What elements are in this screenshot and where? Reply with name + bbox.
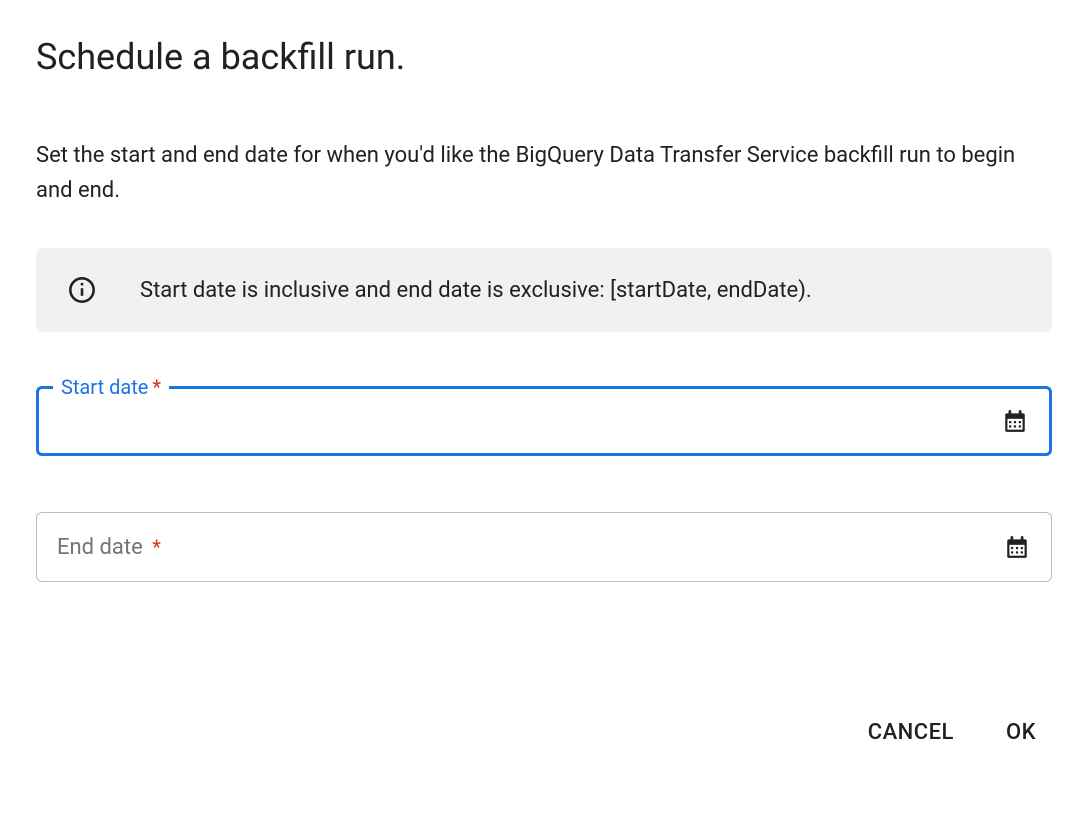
cancel-button[interactable]: CANCEL [864,712,958,753]
ok-button[interactable]: OK [1002,712,1040,753]
start-date-input[interactable] [59,410,1001,433]
dialog-actions: CANCEL OK [36,712,1052,753]
info-banner-text: Start date is inclusive and end date is … [140,278,812,303]
calendar-icon[interactable] [1001,407,1029,435]
start-date-field[interactable]: Start date * [36,386,1052,456]
start-date-label: Start date [61,375,148,399]
calendar-icon[interactable] [1003,533,1031,561]
info-banner: Start date is inclusive and end date is … [36,248,1052,332]
dialog-description: Set the start and end date for when you'… [36,138,1052,208]
required-indicator: * [152,375,161,399]
end-date-input[interactable] [57,536,1003,559]
dialog-title: Schedule a backfill run. [36,36,1052,78]
info-icon [68,276,96,304]
end-date-field[interactable]: End date * [36,512,1052,582]
